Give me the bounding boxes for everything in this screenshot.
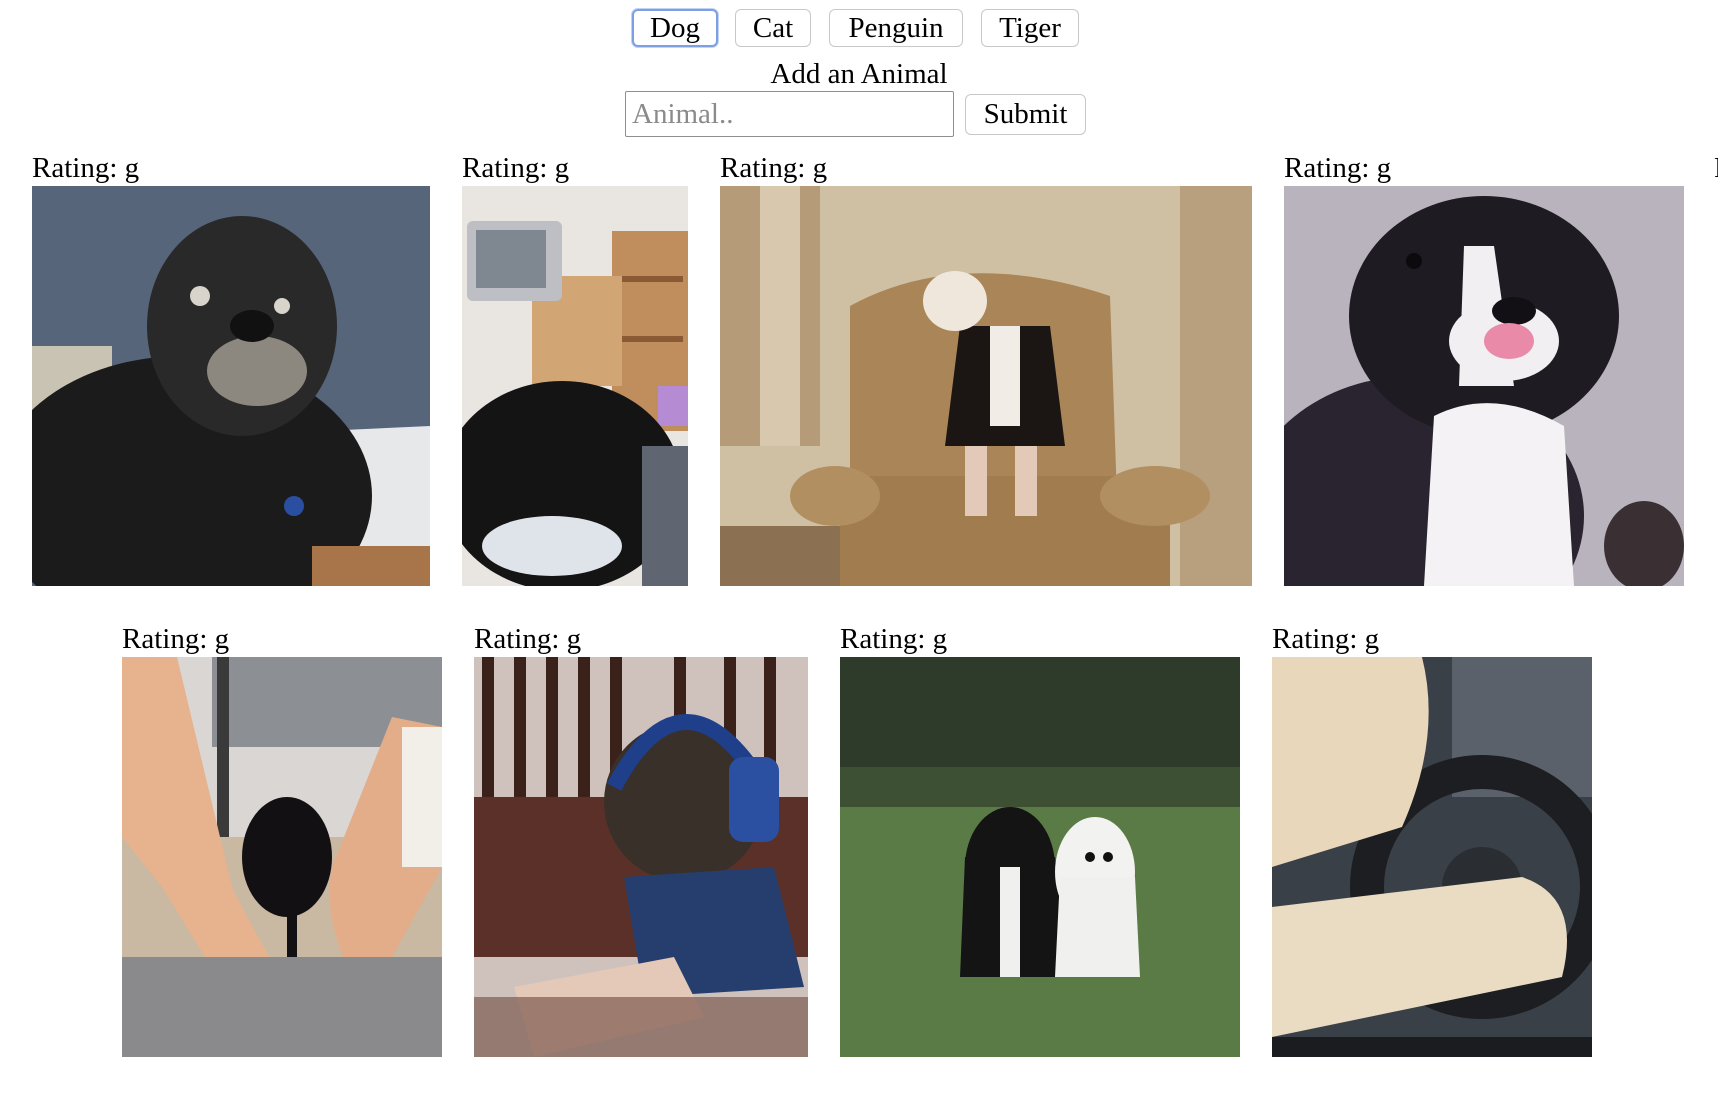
rating-label: Rating: g [122, 623, 230, 655]
rating-label: Rating: g [720, 152, 828, 184]
dog-paws-on-steering-wheel-icon[interactable] [1272, 657, 1592, 1057]
dog-in-costume-on-armchair-icon[interactable] [720, 186, 1252, 586]
dog-button[interactable]: Dog [632, 9, 718, 47]
rating-label: Rating: g [1272, 623, 1380, 655]
rating-label: Rating: g [1284, 152, 1392, 184]
pug-with-headphones-icon[interactable] [474, 657, 808, 1057]
rating-label: Rating: g [474, 623, 582, 655]
cat-button[interactable]: Cat [735, 9, 811, 47]
dog-what-icon[interactable] [1284, 186, 1684, 586]
black-dog-lying-icon[interactable] [32, 186, 430, 586]
submit-button[interactable]: Submit [965, 94, 1086, 135]
rating-label: R [1714, 151, 1718, 186]
animal-input[interactable] [625, 91, 954, 137]
rating-label: Rating: g [32, 152, 140, 184]
black-dog-in-room-icon[interactable] [462, 186, 688, 586]
penguin-button[interactable]: Penguin [829, 9, 963, 47]
add-animal-heading: Add an Animal [770, 58, 948, 90]
small-black-dog-between-people-icon[interactable] [122, 657, 442, 1057]
tiger-button[interactable]: Tiger [981, 9, 1079, 47]
two-dogs-on-grass-icon[interactable] [840, 657, 1240, 1057]
rating-label: Rating: g [462, 152, 570, 184]
rating-label: Rating: g [840, 623, 948, 655]
